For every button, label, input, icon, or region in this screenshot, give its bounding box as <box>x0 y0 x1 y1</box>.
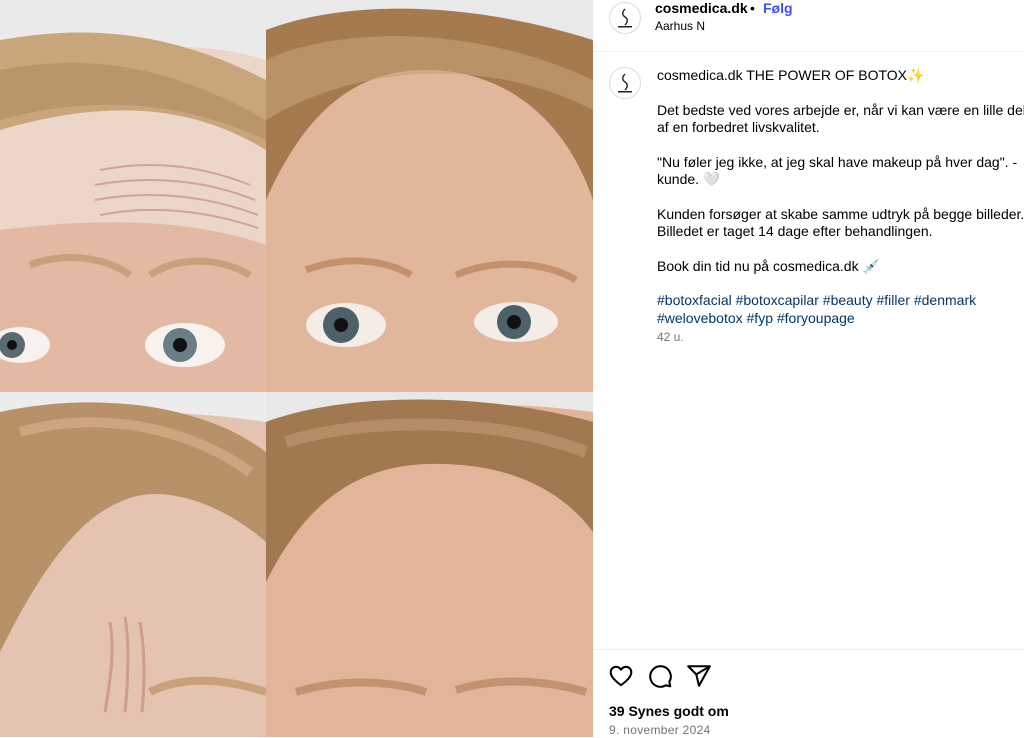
hashtag-link[interactable]: #fyp <box>747 310 773 326</box>
follow-button[interactable]: Følg <box>763 0 793 16</box>
post-sidebar: cosmedica.dk • Følg Aarhus N cosmedica.d… <box>593 0 1024 737</box>
comment-icon[interactable] <box>647 663 673 689</box>
hashtag-link[interactable]: #beauty <box>823 292 873 308</box>
before-photo-frown <box>0 392 266 737</box>
heart-icon[interactable] <box>608 663 634 689</box>
share-icon[interactable] <box>686 663 712 689</box>
likes-count[interactable]: 39 Synes godt om <box>609 703 729 719</box>
before-photo-raised <box>0 0 266 392</box>
after-photo-frown <box>266 392 593 737</box>
hashtag-link[interactable]: #botoxfacial <box>657 292 732 308</box>
hashtag-link[interactable]: #botoxcapilar <box>736 292 819 308</box>
hashtag-link[interactable]: #filler <box>877 292 910 308</box>
post-time-ago[interactable]: 42 u. <box>657 329 1024 347</box>
location-link[interactable]: Aarhus N <box>655 19 705 33</box>
caption-username[interactable]: cosmedica.dk <box>657 67 743 83</box>
header-username[interactable]: cosmedica.dk <box>655 0 748 16</box>
hashtag-link[interactable]: #denmark <box>914 292 976 308</box>
cosmedica-logo-icon[interactable] <box>609 67 641 99</box>
post-header: cosmedica.dk • Følg Aarhus N <box>593 0 1024 52</box>
after-photo-raised <box>266 0 593 392</box>
hashtag-link[interactable]: #foryoupage <box>777 310 855 326</box>
action-bar: 39 Synes godt om 9. november 2024 <box>593 649 1024 738</box>
caption-paragraph: "Nu føler jeg ikke, at jeg skal have mak… <box>657 153 1018 188</box>
caption-title-line: cosmedica.dk THE POWER OF BOTOX✨ <box>657 67 1024 85</box>
post-date: 9. november 2024 <box>609 723 711 737</box>
hashtag-link[interactable]: #welovebotox <box>657 310 743 326</box>
caption-paragraph: Book din tid nu på cosmedica.dk 💉 <box>657 257 880 274</box>
separator-dot: • <box>750 0 755 16</box>
caption-title: THE POWER OF BOTOX✨ <box>746 67 925 83</box>
caption-paragraph: Kunden forsøger at skabe samme udtryk på… <box>657 205 1024 240</box>
post-media[interactable] <box>0 0 593 737</box>
caption-text: cosmedica.dk THE POWER OF BOTOX✨ Det bed… <box>657 67 1024 347</box>
cosmedica-logo-icon[interactable] <box>609 2 641 34</box>
hashtag-list: #botoxfacial #botoxcapilar #beauty #fill… <box>657 292 1024 327</box>
caption-paragraph: Det bedste ved vores arbejde er, når vi … <box>657 101 1024 136</box>
